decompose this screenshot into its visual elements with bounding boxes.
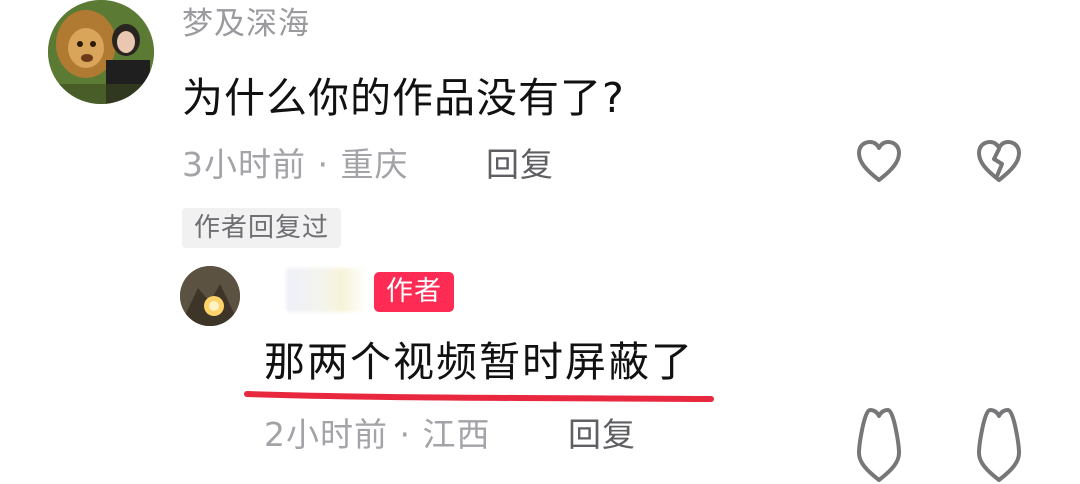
reply-meta: 2小时前 · 江西 <box>264 415 491 454</box>
author-replied-badge[interactable]: 作者回复过 <box>182 208 342 248</box>
comment-meta: 3小时前 · 重庆 <box>182 145 409 184</box>
author-tag: 作者 <box>374 272 454 312</box>
broken-heart-icon[interactable] <box>976 408 1022 484</box>
reply-text: 那两个视频暂时屏蔽了 <box>264 338 694 386</box>
broken-heart-icon[interactable] <box>976 140 1022 184</box>
comment-text: 为什么你的作品没有了? <box>182 74 625 122</box>
author-avatar-image <box>180 266 240 326</box>
heart-outline-icon[interactable] <box>856 140 902 184</box>
author-username-blurred[interactable] <box>286 268 366 312</box>
commenter-username[interactable]: 梦及深海 <box>182 2 310 46</box>
heart-outline-icon[interactable] <box>856 408 902 484</box>
reply-button[interactable]: 回复 <box>568 412 636 458</box>
author-avatar[interactable] <box>180 266 240 326</box>
red-underline-annotation <box>244 386 714 406</box>
avatar-image <box>48 0 154 104</box>
commenter-avatar[interactable] <box>48 0 154 104</box>
reply-button[interactable]: 回复 <box>486 142 554 188</box>
